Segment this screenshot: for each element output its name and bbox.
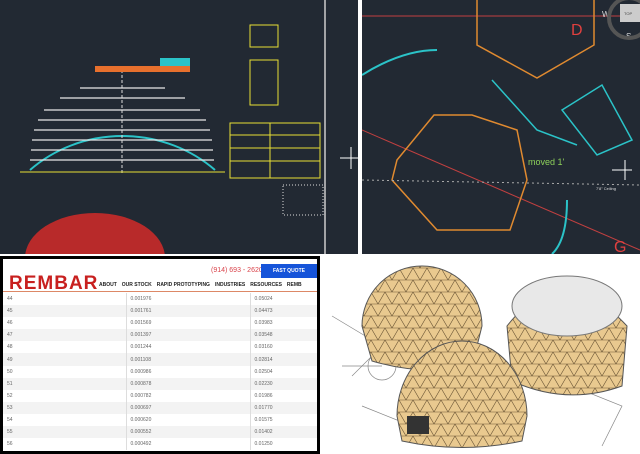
nav-resources[interactable]: RESOURCES bbox=[250, 282, 282, 288]
inch-value-cell: 0.000782 bbox=[126, 389, 251, 402]
gauge-cell: 45 bbox=[3, 305, 127, 318]
floor-plan-drawing: D G moved 1' 7'8" Ceiling W S TOP bbox=[362, 0, 640, 254]
table-row: 48 0.001244 0.03160 bbox=[3, 341, 317, 354]
inch-value-cell: 0.000620 bbox=[126, 413, 251, 427]
inch-value-cell: 0.000697 bbox=[126, 401, 251, 414]
table-row: 44 0.001976 0.05024 bbox=[3, 293, 317, 306]
gauge-cell: 56 bbox=[3, 438, 127, 451]
gauge-cell: 52 bbox=[3, 389, 127, 402]
rembar-website: REMBAR (914) 693 - 2620 FAST QUOTE ABOUT… bbox=[0, 256, 320, 454]
inch-value-cell: 0.000492 bbox=[126, 438, 251, 451]
main-nav: ABOUT OUR STOCK RAPID PROTOTYPING INDUST… bbox=[99, 282, 302, 288]
inch-value-cell: 0.000878 bbox=[126, 377, 251, 390]
inch-value-cell: 0.001108 bbox=[126, 353, 251, 366]
inch-value-cell: 0.000986 bbox=[126, 365, 251, 378]
table-row: 55 0.000552 0.01402 bbox=[3, 426, 317, 439]
mm-value-cell: 0.03983 bbox=[254, 320, 273, 327]
inch-value-cell: 0.001397 bbox=[126, 329, 251, 342]
nav-about[interactable]: ABOUT bbox=[99, 282, 117, 288]
mm-value-cell: 0.01770 bbox=[254, 404, 273, 411]
gauge-cell: 54 bbox=[3, 413, 127, 427]
mm-value-cell: 0.02230 bbox=[254, 380, 273, 387]
gauge-cell: 44 bbox=[3, 293, 127, 306]
table-row: 54 0.000620 0.01575 bbox=[3, 413, 317, 427]
moved-annotation: moved 1' bbox=[528, 157, 565, 167]
gauge-table: 44 0.001976 0.05024 45 0.001761 0.04473 46 0.00… bbox=[3, 293, 317, 451]
inch-value-cell: 0.001761 bbox=[126, 305, 251, 318]
table-row: 45 0.001761 0.04473 bbox=[3, 305, 317, 318]
mm-value-cell: 0.02504 bbox=[254, 368, 273, 375]
header-divider bbox=[3, 291, 317, 292]
dome-3d-model bbox=[322, 256, 640, 454]
mm-value-cell: 0.05024 bbox=[254, 296, 273, 303]
gauge-cell: 49 bbox=[3, 353, 127, 366]
viewcube-face-label: TOP bbox=[624, 11, 632, 16]
mm-value-cell: 0.01986 bbox=[254, 392, 273, 399]
inch-value-cell: 0.001569 bbox=[126, 317, 251, 330]
room-label-g: G bbox=[614, 239, 626, 254]
table-row: 47 0.001397 0.03548 bbox=[3, 329, 317, 342]
gauge-cell: 48 bbox=[3, 341, 127, 354]
dome-section-drawing bbox=[20, 0, 358, 254]
gauge-cell: 50 bbox=[3, 365, 127, 378]
cad-dome-section-view[interactable] bbox=[0, 0, 358, 254]
mm-value-cell: 0.01250 bbox=[254, 441, 273, 448]
nav-our-stock[interactable]: OUR STOCK bbox=[122, 282, 152, 288]
gauge-cell: 55 bbox=[3, 426, 127, 439]
inch-value-cell: 0.001976 bbox=[126, 293, 251, 306]
table-row: 50 0.000986 0.02504 bbox=[3, 365, 317, 378]
nav-rapid-prototyping[interactable]: RAPID PROTOTYPING bbox=[157, 282, 210, 288]
table-row: 49 0.001108 0.02814 bbox=[3, 353, 317, 366]
mm-value-cell: 0.03160 bbox=[254, 344, 273, 351]
geodesic-domes-render bbox=[331, 265, 628, 448]
gauge-cell: 51 bbox=[3, 377, 127, 390]
table-row: 53 0.000697 0.01770 bbox=[3, 401, 317, 414]
table-row: 51 0.000878 0.02230 bbox=[3, 377, 317, 390]
table-row: 52 0.000782 0.01986 bbox=[3, 389, 317, 402]
mm-value-cell: 0.03548 bbox=[254, 332, 273, 339]
gauge-cell: 47 bbox=[3, 329, 127, 342]
ceiling-note: 7'8" Ceiling bbox=[596, 186, 616, 191]
mm-value-cell: 0.02814 bbox=[254, 356, 273, 363]
room-label-d: D bbox=[571, 22, 583, 39]
inch-value-cell: 0.000552 bbox=[126, 426, 251, 439]
phone-number[interactable]: (914) 693 - 2620 bbox=[211, 267, 263, 274]
mm-value-cell: 0.04473 bbox=[254, 308, 273, 315]
nav-industries[interactable]: INDUSTRIES bbox=[215, 282, 245, 288]
table-row: 46 0.001569 0.03983 bbox=[3, 317, 317, 330]
fast-quote-button[interactable]: FAST QUOTE bbox=[261, 264, 317, 278]
nav-more[interactable]: REMB bbox=[287, 282, 302, 288]
inch-value-cell: 0.001244 bbox=[126, 341, 251, 354]
mm-value-cell: 0.01402 bbox=[254, 429, 273, 436]
cad-floor-plan[interactable]: D G moved 1' 7'8" Ceiling W S TOP bbox=[362, 0, 640, 254]
table-row: 56 0.000492 0.01250 bbox=[3, 438, 317, 451]
gauge-cell: 46 bbox=[3, 317, 127, 330]
mm-value-cell: 0.01575 bbox=[254, 416, 273, 423]
gauge-cell: 53 bbox=[3, 401, 127, 414]
